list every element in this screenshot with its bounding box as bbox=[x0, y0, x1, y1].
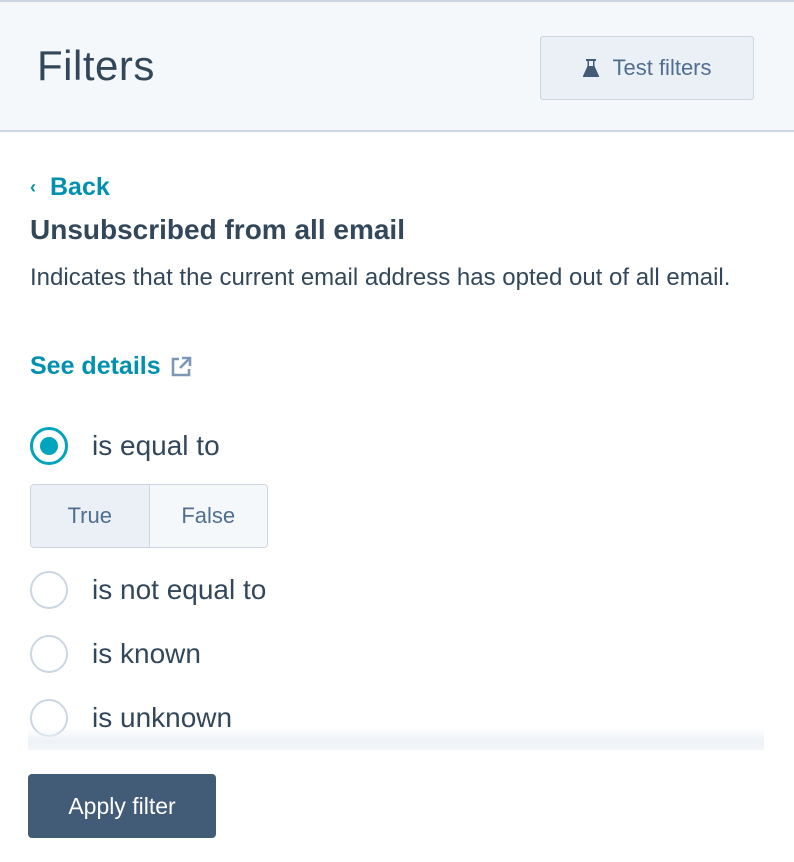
external-link-icon bbox=[171, 356, 191, 376]
toggle-true-button[interactable]: True bbox=[31, 485, 150, 547]
radio-unchecked-icon[interactable] bbox=[30, 571, 68, 609]
operator-option-is-known[interactable]: is known bbox=[30, 634, 201, 674]
operator-label: is equal to bbox=[92, 430, 220, 461]
chevron-left-icon: ‹ bbox=[30, 176, 36, 197]
page-title: Filters bbox=[37, 42, 155, 89]
see-details-link[interactable]: See details bbox=[30, 352, 193, 381]
back-label: Back bbox=[50, 172, 110, 201]
radio-checked-icon[interactable] bbox=[30, 427, 68, 465]
operator-option-is-equal-to[interactable]: is equal to bbox=[30, 426, 220, 466]
value-toggle-group: True False bbox=[30, 484, 268, 548]
radio-unchecked-icon[interactable] bbox=[30, 635, 68, 673]
scroll-fade-overlay bbox=[28, 728, 764, 750]
property-title: Unsubscribed from all email bbox=[30, 214, 405, 245]
test-filters-label: Test filters bbox=[612, 55, 712, 80]
flask-icon bbox=[583, 59, 600, 77]
see-details-label: See details bbox=[30, 352, 161, 380]
property-description: Indicates that the current email address… bbox=[30, 264, 731, 291]
operator-option-is-not-equal-to[interactable]: is not equal to bbox=[30, 570, 266, 610]
apply-filter-button[interactable]: Apply filter bbox=[28, 774, 216, 838]
back-link[interactable]: ‹ Back bbox=[30, 170, 110, 204]
filters-header: Filters Test filters bbox=[0, 0, 794, 132]
toggle-false-button[interactable]: False bbox=[149, 485, 267, 547]
operator-label: is not equal to bbox=[92, 574, 267, 605]
test-filters-button[interactable]: Test filters bbox=[540, 36, 754, 100]
operator-label: is known bbox=[92, 638, 201, 669]
